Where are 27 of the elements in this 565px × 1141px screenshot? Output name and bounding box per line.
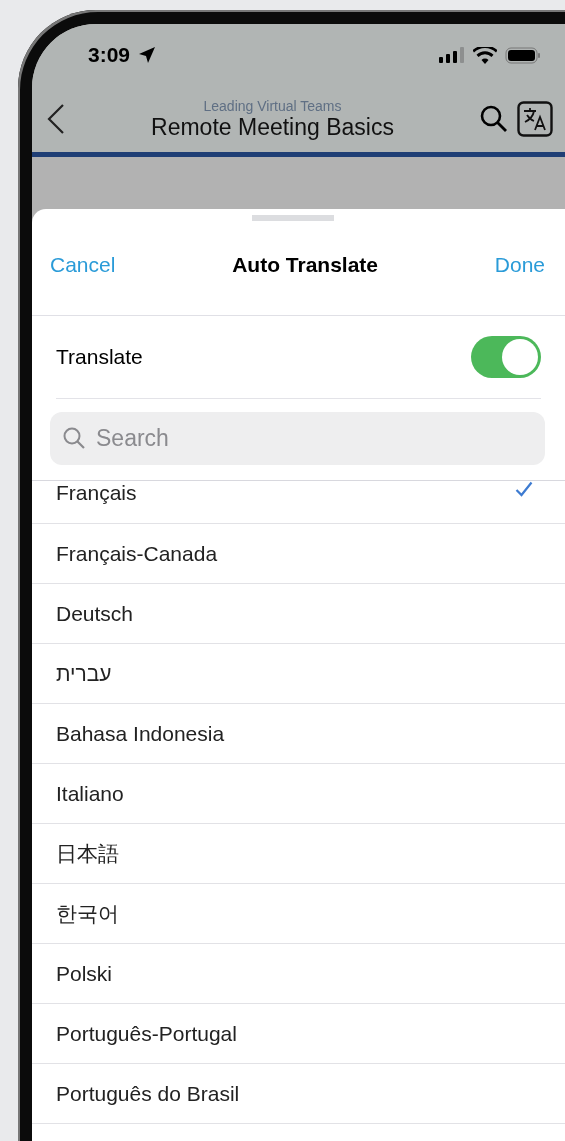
sheet-title: Auto Translate bbox=[232, 253, 378, 277]
lesson-title: Remote Meeting Basics bbox=[151, 113, 394, 141]
checkmark-icon bbox=[515, 481, 533, 497]
language-item[interactable]: 한국어 bbox=[32, 884, 565, 944]
status-time: 3:09 bbox=[88, 43, 131, 67]
search-button[interactable] bbox=[479, 104, 509, 134]
language-item[interactable]: Deutsch bbox=[32, 584, 565, 644]
translate-button[interactable] bbox=[517, 101, 553, 137]
translate-label: Translate bbox=[56, 345, 143, 369]
battery-icon bbox=[505, 46, 541, 64]
language-item[interactable]: Français bbox=[32, 481, 565, 524]
wifi-icon bbox=[473, 46, 497, 64]
language-item[interactable]: 日本語 bbox=[32, 824, 565, 884]
location-arrow-icon bbox=[138, 46, 157, 64]
course-subtitle: Leading Virtual Teams bbox=[203, 97, 342, 114]
language-item[interactable]: Português do Brasil bbox=[32, 1064, 565, 1124]
search-field[interactable]: Search bbox=[50, 412, 545, 465]
language-item[interactable]: Polski bbox=[32, 944, 565, 1004]
language-item[interactable]: Bahasa Indonesia bbox=[32, 704, 565, 764]
language-item[interactable]: עברית bbox=[32, 644, 565, 704]
back-button[interactable] bbox=[46, 103, 66, 135]
language-item[interactable]: Italiano bbox=[32, 764, 565, 824]
search-icon bbox=[62, 426, 86, 450]
signal-icon bbox=[439, 47, 465, 63]
language-item[interactable]: Português-Portugal bbox=[32, 1004, 565, 1064]
language-item[interactable]: Français-Canada bbox=[32, 524, 565, 584]
translate-toggle[interactable] bbox=[471, 336, 541, 378]
